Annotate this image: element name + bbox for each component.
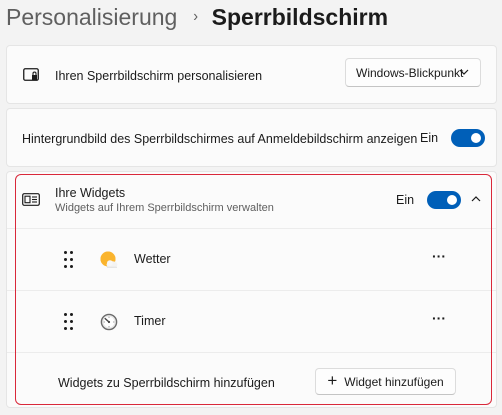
more-options-icon[interactable]: ··· — [432, 248, 446, 264]
widgets-toggle[interactable] — [427, 191, 461, 209]
drag-handle-icon[interactable] — [64, 251, 74, 269]
widgets-header[interactable]: Ihre Widgets Widgets auf Ihrem Sperrbild… — [7, 172, 496, 228]
widgets-toggle-label: Ein — [396, 193, 415, 207]
signin-background-toggle-label: Ein — [420, 131, 439, 145]
add-widget-button-label: Widget hinzufügen — [344, 374, 444, 389]
signin-background-label: Hintergrundbild des Sperrbildschirmes au… — [22, 131, 418, 146]
divider — [7, 352, 496, 353]
weather-icon — [100, 251, 118, 268]
lock-screen-personalize-label: Ihren Sperrbildschirm personalisieren — [55, 68, 263, 83]
more-options-icon[interactable]: ··· — [432, 310, 446, 326]
add-widget-label: Widgets zu Sperrbildschirm hinzufügen — [58, 376, 275, 390]
lock-screen-personalize-card: Ihren Sperrbildschirm personalisieren Wi… — [6, 45, 497, 104]
add-widget-button[interactable]: + Widget hinzufügen — [315, 368, 456, 395]
chevron-down-icon — [459, 69, 469, 75]
signin-background-card: Hintergrundbild des Sperrbildschirmes au… — [6, 108, 497, 167]
breadcrumb-parent-link[interactable]: Personalisierung — [6, 4, 177, 31]
widget-item-label: Wetter — [134, 252, 171, 266]
drag-handle-icon[interactable] — [64, 313, 74, 331]
widget-item-timer[interactable]: Timer ··· — [7, 291, 496, 352]
breadcrumb-separator-icon: › — [193, 8, 199, 25]
signin-background-toggle[interactable] — [451, 129, 485, 147]
widgets-title: Ihre Widgets — [55, 186, 126, 200]
timer-icon — [100, 313, 118, 331]
widgets-icon — [22, 193, 40, 206]
dropdown-selected-value: Windows-Blickpunkt — [356, 65, 464, 80]
chevron-up-icon[interactable] — [471, 195, 481, 203]
plus-icon: + — [327, 370, 338, 390]
breadcrumb: Personalisierung › Sperrbildschirm — [6, 0, 388, 34]
toggle-knob — [447, 195, 457, 205]
widget-item-label: Timer — [134, 314, 166, 328]
page-title: Sperrbildschirm — [211, 3, 389, 30]
toggle-knob — [471, 133, 481, 143]
widget-item-weather[interactable]: Wetter ··· — [7, 229, 496, 290]
widgets-subtitle: Widgets auf Ihrem Sperrbildschirm verwal… — [55, 202, 274, 214]
lock-screen-type-dropdown[interactable]: Windows-Blickpunkt — [345, 58, 481, 87]
